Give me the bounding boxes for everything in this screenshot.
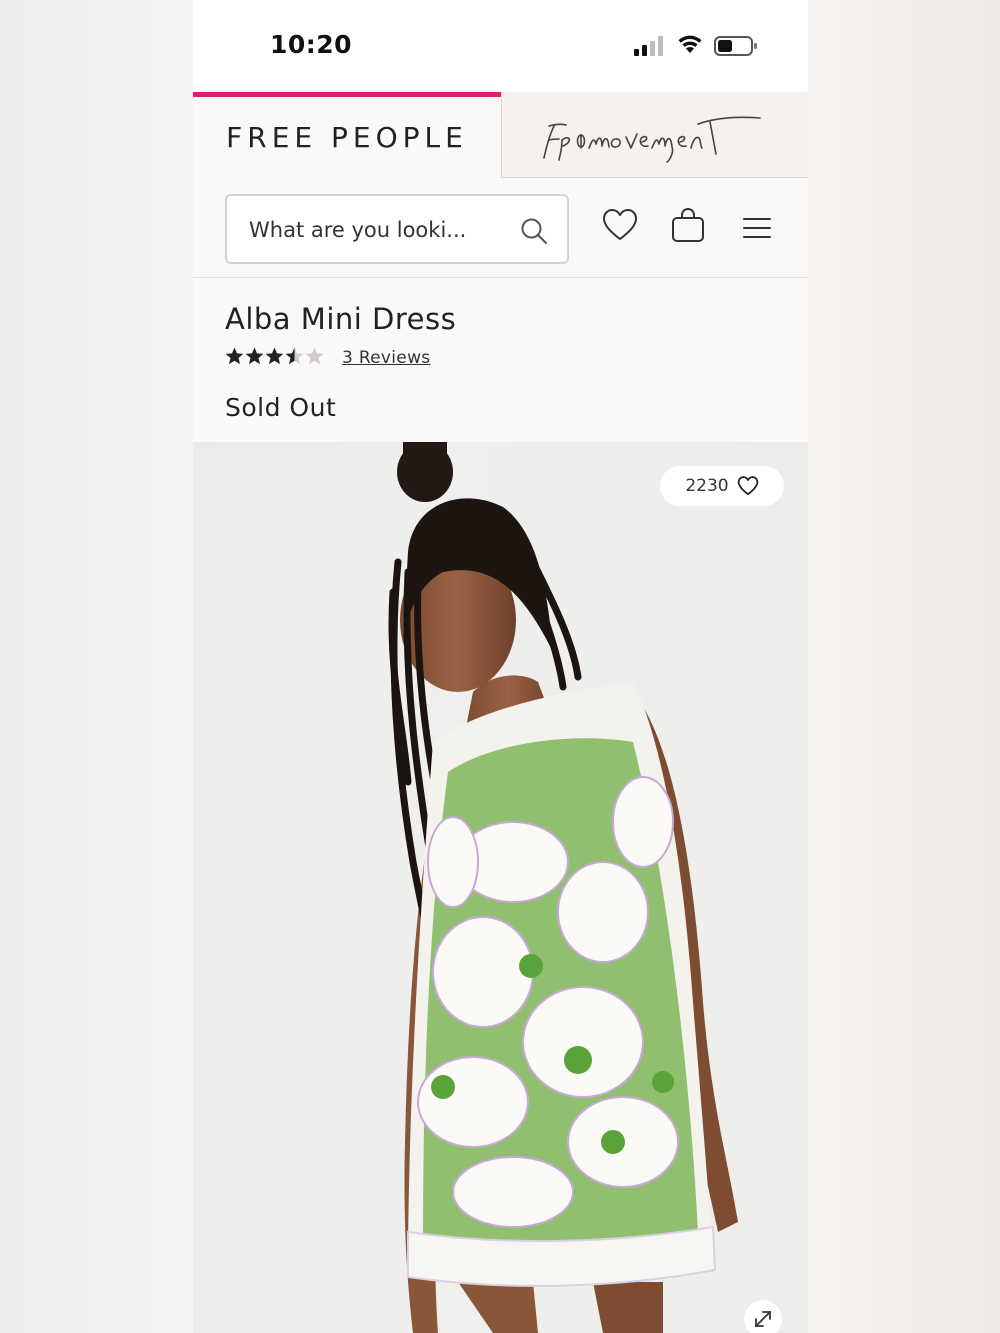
star-icon — [285, 347, 304, 365]
reviews-link[interactable]: 3 Reviews — [342, 348, 430, 368]
free-people-logo: FREE PEOPLE — [226, 121, 468, 154]
wifi-icon — [678, 35, 702, 53]
fp-movement-logo — [543, 116, 761, 163]
search-icon[interactable] — [519, 216, 549, 246]
tab-free-people[interactable]: FREE PEOPLE — [193, 92, 501, 178]
wishlist-count: 2230 — [685, 476, 729, 496]
brand-tabs: FREE PEOPLE — [193, 92, 808, 178]
product-title: Alba Mini Dress — [225, 302, 457, 336]
battery-icon — [714, 36, 757, 56]
star-icon — [305, 347, 324, 365]
model-photo — [388, 442, 738, 1333]
status-time: 10:20 — [270, 30, 353, 59]
search-input[interactable] — [249, 214, 499, 246]
star-icon — [225, 347, 244, 365]
star-rating — [225, 346, 325, 370]
expand-icon — [755, 1311, 771, 1327]
star-icon — [265, 347, 284, 365]
product-image[interactable]: 2230 — [193, 442, 808, 1333]
availability-status: Sold Out — [225, 393, 337, 422]
status-bar: 10:20 — [193, 0, 808, 92]
tab-fp-movement[interactable] — [501, 92, 808, 178]
phone-screen: 10:20 FREE PEOPLE What are you looki... … — [193, 0, 808, 1333]
wishlist-button[interactable]: 2230 — [660, 466, 784, 506]
heart-icon[interactable] — [602, 208, 638, 242]
header-toolbar — [193, 178, 808, 278]
menu-icon[interactable] — [742, 216, 772, 240]
signal-icon — [634, 36, 663, 56]
search-box[interactable] — [225, 194, 569, 264]
star-icon — [245, 347, 264, 365]
expand-image-button[interactable] — [744, 1300, 782, 1333]
heart-icon — [737, 476, 758, 496]
bag-icon[interactable] — [671, 207, 705, 243]
